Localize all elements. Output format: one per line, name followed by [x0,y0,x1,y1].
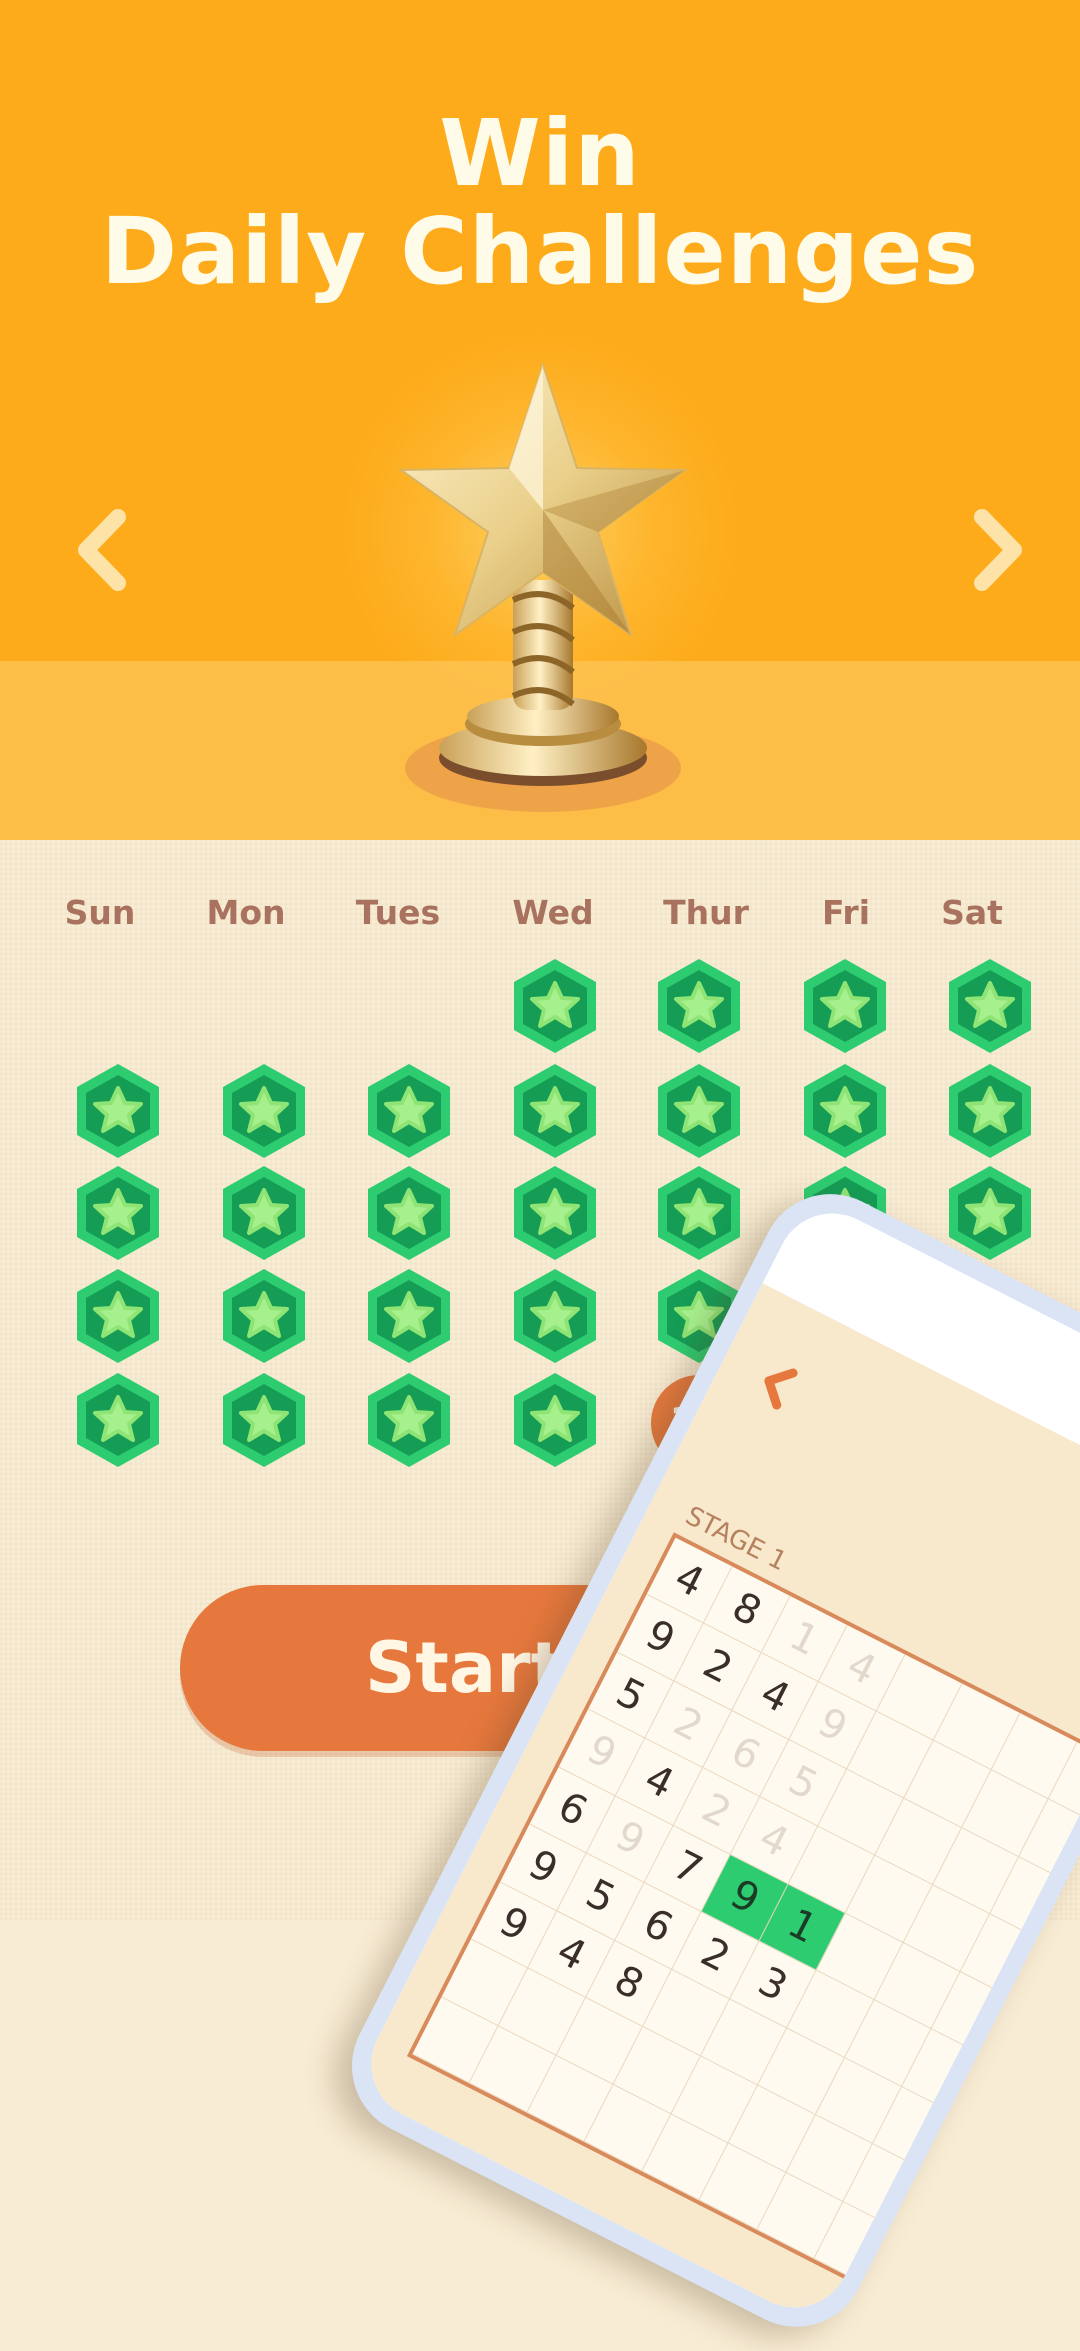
star-hexagon-icon [658,1166,740,1260]
title-line-2: Daily Challenges [100,198,980,305]
calendar-day-completed[interactable] [649,956,749,1056]
star-hexagon-icon [223,1166,305,1260]
star-hexagon-icon [368,1166,450,1260]
weekday-thur: Thur [663,893,749,932]
star-hexagon-icon [949,1064,1031,1158]
weekday-wed: Wed [512,893,594,932]
star-hexagon-icon [223,1064,305,1158]
calendar-day-completed[interactable] [795,1061,895,1161]
calendar-day-completed[interactable] [649,1163,749,1263]
star-hexagon-icon [514,959,596,1053]
calendar-day-completed[interactable] [214,1163,314,1263]
sudoku-cell [871,2230,959,2318]
star-hexagon-icon [77,1269,159,1363]
star-hexagon-icon [949,959,1031,1053]
star-hexagon-icon [658,1064,740,1158]
star-hexagon-icon [514,1166,596,1260]
title-line-1: Win [439,100,641,207]
calendar-day-completed[interactable] [505,1370,605,1470]
weekday-sun: Sun [64,893,136,932]
calendar-day-completed[interactable] [359,1163,459,1263]
star-hexagon-icon [368,1269,450,1363]
calendar-day-completed[interactable] [359,1061,459,1161]
calendar-day-completed[interactable] [505,956,605,1056]
weekday-fri: Fri [821,893,871,932]
sudoku-cell [1017,1943,1080,2031]
star-hexagon-icon [77,1373,159,1467]
back-chevron-icon [764,1368,798,1410]
carousel-next-button[interactable] [962,505,1032,595]
calendar-day-completed[interactable] [214,1370,314,1470]
calendar-day-completed[interactable] [359,1266,459,1366]
star-hexagon-icon [804,1064,886,1158]
chevron-right-icon [974,509,1022,591]
calendar-day-completed[interactable] [505,1061,605,1161]
chevron-left-icon [78,509,126,591]
sudoku-cell [988,2001,1076,2088]
calendar-day-completed[interactable] [940,956,1040,1056]
calendar-day-completed[interactable] [940,1061,1040,1161]
star-hexagon-icon [368,1373,450,1467]
sudoku-cell [959,2058,1047,2146]
star-hexagon-icon [77,1064,159,1158]
star-hexagon-icon [514,1373,596,1467]
calendar-day-completed[interactable] [68,1163,168,1263]
star-hexagon-icon [804,959,886,1053]
star-hexagon-icon [514,1064,596,1158]
calendar-day-completed[interactable] [214,1266,314,1366]
star-hexagon-icon [223,1373,305,1467]
calendar-day-completed[interactable] [795,956,895,1056]
calendar-day-completed[interactable] [68,1266,168,1366]
sudoku-cell [900,2173,988,2261]
calendar-day-completed[interactable] [359,1370,459,1470]
star-hexagon-icon [658,959,740,1053]
weekday-sat: Sat [941,893,1003,932]
sudoku-cell [930,2116,1017,2203]
page-title: Win Daily Challenges [0,105,1080,301]
carousel-prev-button[interactable] [68,505,138,595]
calendar-day-completed[interactable] [505,1163,605,1263]
weekday-mon: Mon [206,893,286,932]
star-hexagon-icon [77,1166,159,1260]
star-hexagon-icon [223,1269,305,1363]
star-hexagon-icon [368,1064,450,1158]
hero-banner: Win Daily Challenges [0,0,1080,840]
calendar-day-completed[interactable] [68,1370,168,1470]
calendar-day-completed[interactable] [505,1266,605,1366]
calendar-day-completed[interactable] [649,1061,749,1161]
calendar-day-completed[interactable] [214,1061,314,1161]
weekday-tues: Tues [355,893,441,932]
star-hexagon-icon [514,1269,596,1363]
star-trophy-icon [397,361,689,812]
calendar-day-completed[interactable] [68,1061,168,1161]
